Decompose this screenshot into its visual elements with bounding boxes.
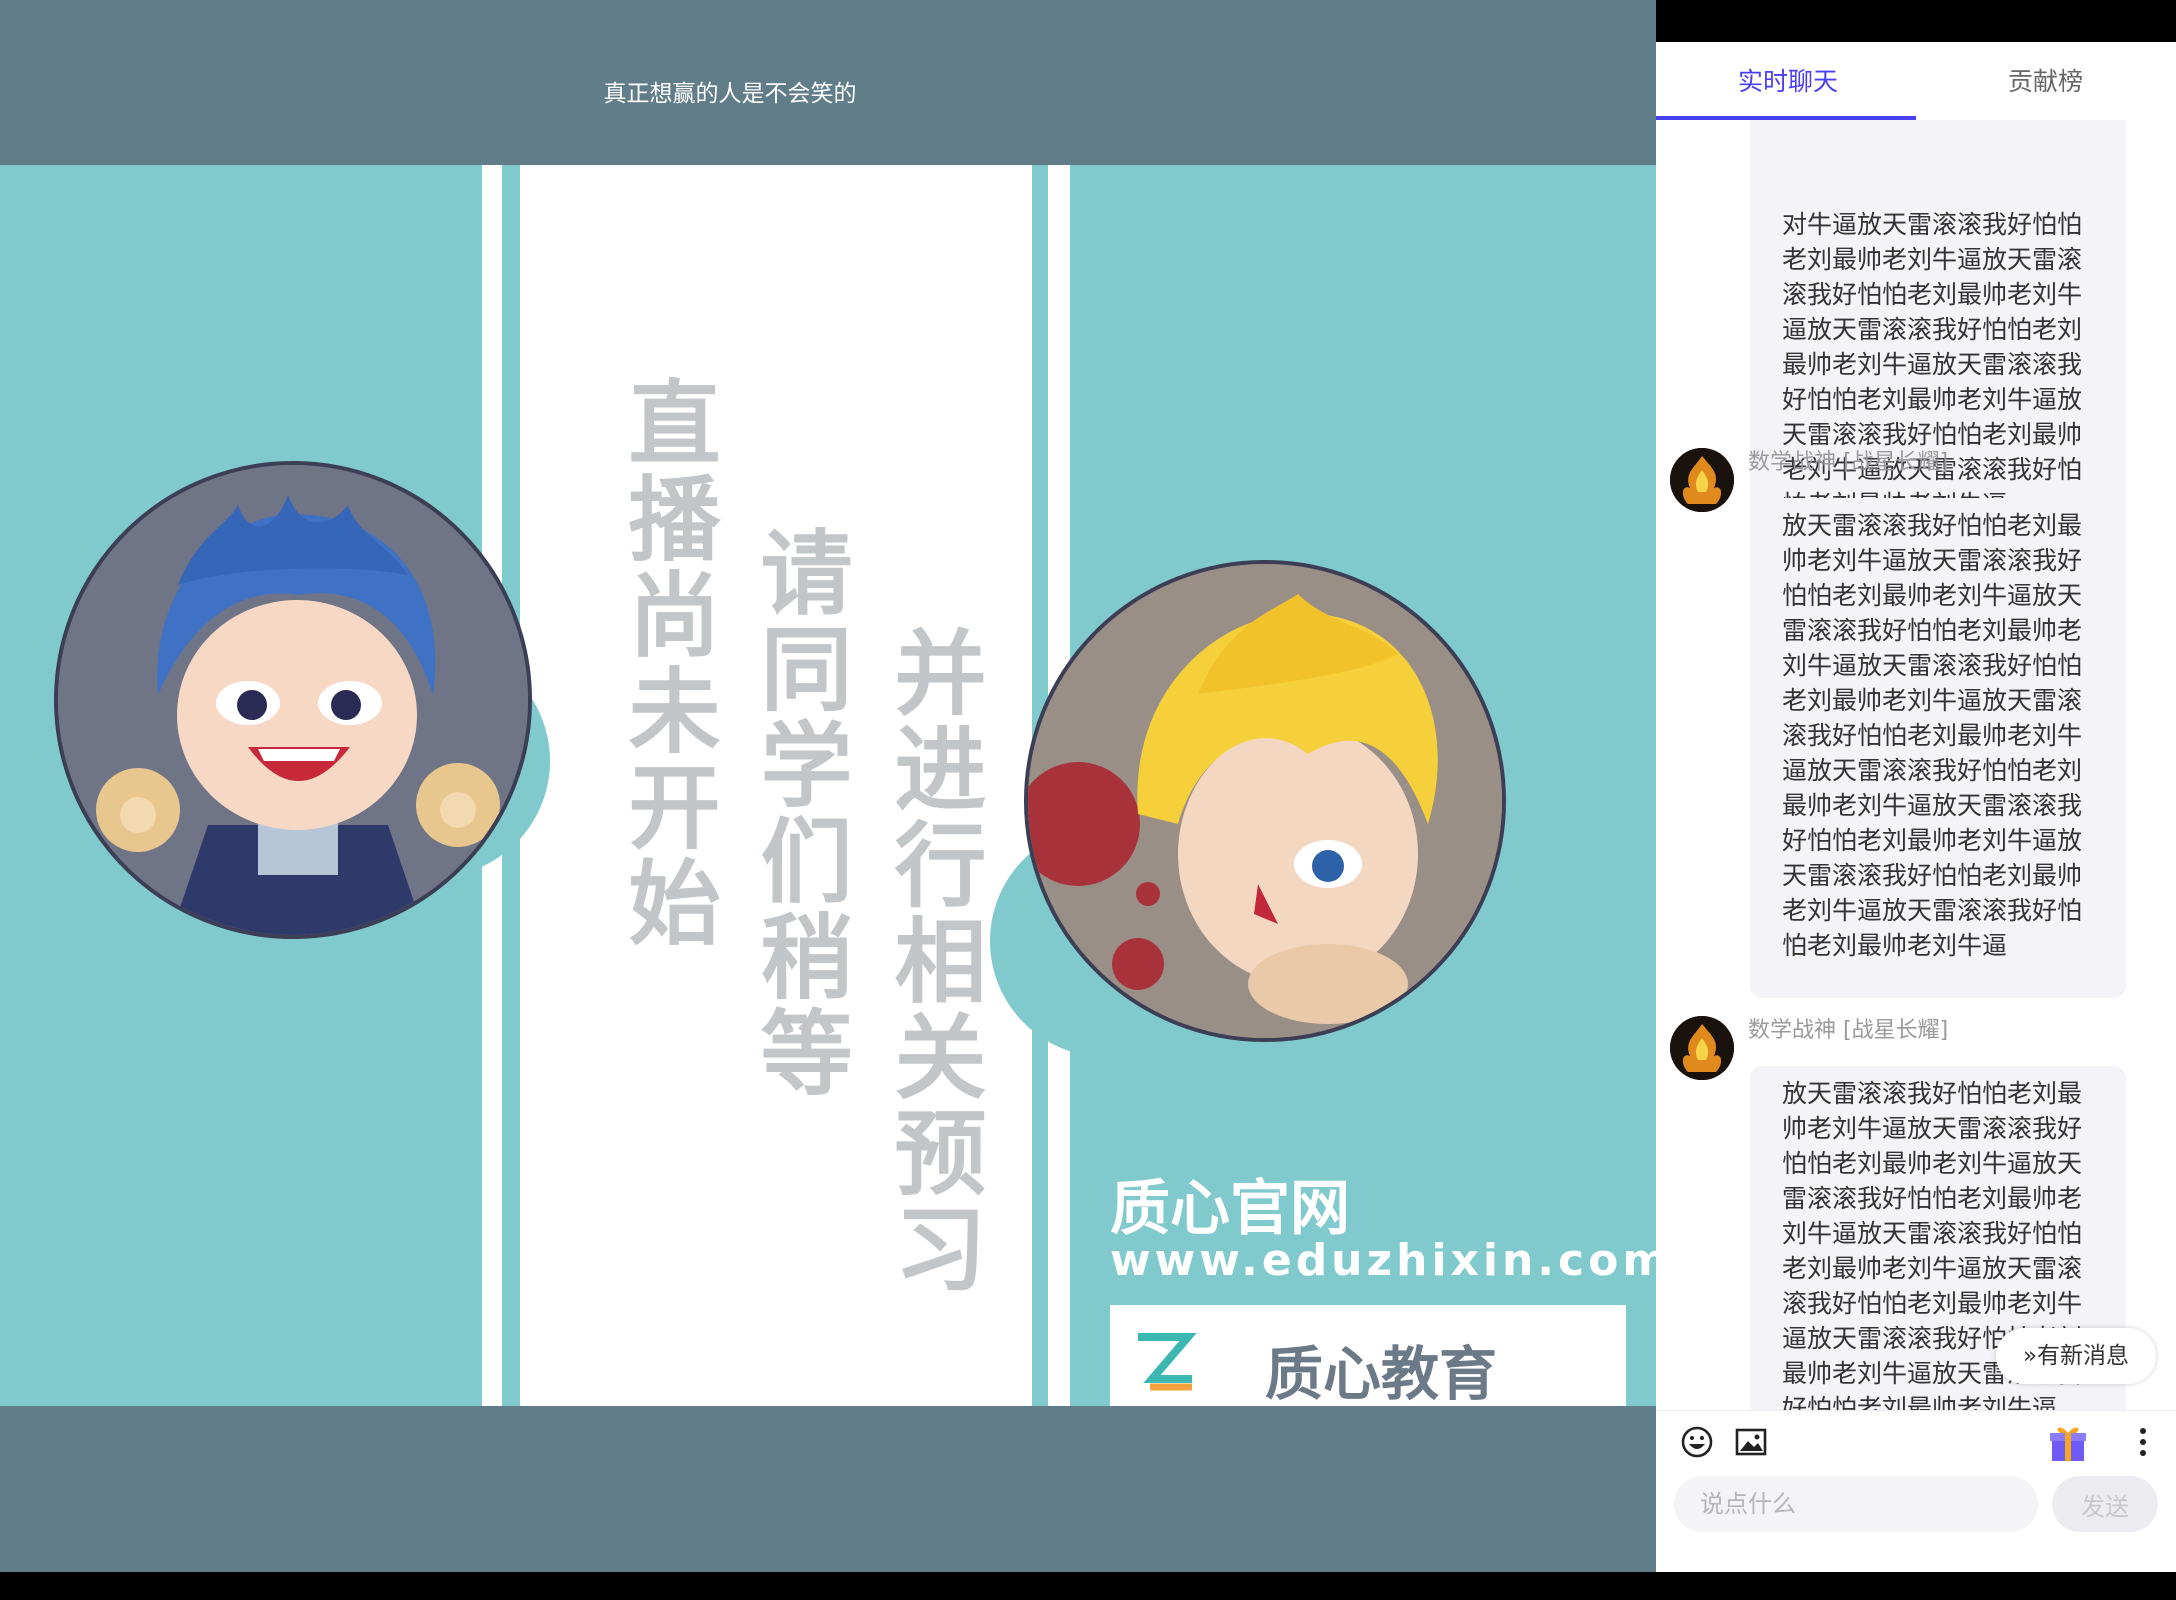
new-message-button[interactable]: »有新消息: [1996, 1328, 2156, 1384]
new-message-label: 有新消息: [2037, 1343, 2130, 1369]
user-avatar[interactable]: [1670, 448, 1734, 512]
chat-tabs: 实时聊天 贡献榜: [1656, 42, 2176, 120]
site-name: 质心官网: [1110, 1174, 1350, 1244]
cartoon-avatar-right: [1024, 560, 1506, 1042]
chat-username: 数学战神 [战星长耀]: [1748, 1018, 1949, 1043]
slide-text-preview: 并进行相关预习: [879, 625, 986, 1297]
flame-avatar-icon: [1670, 1016, 1734, 1080]
cartoon-boy-icon: [58, 465, 528, 935]
gift-icon[interactable]: [2046, 1421, 2090, 1465]
tab-live-chat[interactable]: 实时聊天: [1738, 62, 1838, 98]
chat-message-text: 放天雷滚滚我好怕怕老刘最帅老刘牛逼放天雷滚滚我好怕怕老刘最帅老刘牛逼放天雷滚滚我…: [1782, 511, 2083, 960]
bottom-black-bar: [0, 1572, 2176, 1600]
brand-name: 质心教育: [1265, 1340, 1498, 1406]
slide-text-live-not-started: 直播尚未开始: [613, 375, 720, 951]
brand-logo-icon: [1138, 1333, 1197, 1391]
waiting-slide: 直播尚未开始 请同学们稍等 并进行相关预习 质心官网 www.eduzhixin…: [0, 165, 1656, 1406]
chat-username: 数学战神 [战星长耀]: [1748, 450, 1949, 475]
chat-panel: 实时聊天 贡献榜 对牛逼放天雷滚滚我好怕怕老刘最帅老刘牛逼放天雷滚滚我好怕怕老刘…: [1656, 0, 2176, 1572]
slide-text-please-wait: 请同学们稍等: [745, 525, 852, 1101]
chat-message-list[interactable]: 对牛逼放天雷滚滚我好怕怕老刘最帅老刘牛逼放天雷滚滚我好怕怕老刘最帅老刘牛逼放天雷…: [1656, 120, 2176, 1410]
video-title: 真正想赢的人是不会笑的: [603, 81, 857, 107]
chat-message-bubble: 放天雷滚滚我好怕怕老刘最帅老刘牛逼放天雷滚滚我好怕怕老刘最帅老刘牛逼放天雷滚滚我…: [1750, 498, 2126, 998]
more-icon[interactable]: [2126, 1425, 2160, 1459]
site-url: www.eduzhixin.com: [1110, 1235, 1656, 1286]
brand-banner: 质心教育: [1110, 1305, 1626, 1406]
flame-avatar-icon: [1670, 448, 1734, 512]
app-root: 真正想赢的人是不会笑的 直播尚未开始 请同学们稍等 并进行相关预习 质心官网 w…: [0, 0, 2176, 1600]
emoji-icon[interactable]: [1680, 1425, 1714, 1459]
chat-toolbar: [1656, 1410, 2176, 1472]
send-button[interactable]: 发送: [2052, 1476, 2158, 1532]
cartoon-avatar-left: [54, 461, 532, 939]
video-player[interactable]: 真正想赢的人是不会笑的 直播尚未开始 请同学们稍等 并进行相关预习 质心官网 w…: [0, 0, 1656, 1572]
double-chevron-down-icon: »: [2022, 1343, 2038, 1369]
chat-input-row: 发送: [1656, 1472, 2176, 1572]
tab-contribution-rank[interactable]: 贡献榜: [2008, 62, 2083, 98]
chat-message-input[interactable]: [1674, 1476, 2038, 1532]
cartoon-blonde-icon: [1028, 564, 1502, 1038]
user-avatar[interactable]: [1670, 1016, 1734, 1080]
panel-top-bar: [1656, 0, 2176, 42]
image-icon[interactable]: [1734, 1425, 1768, 1459]
